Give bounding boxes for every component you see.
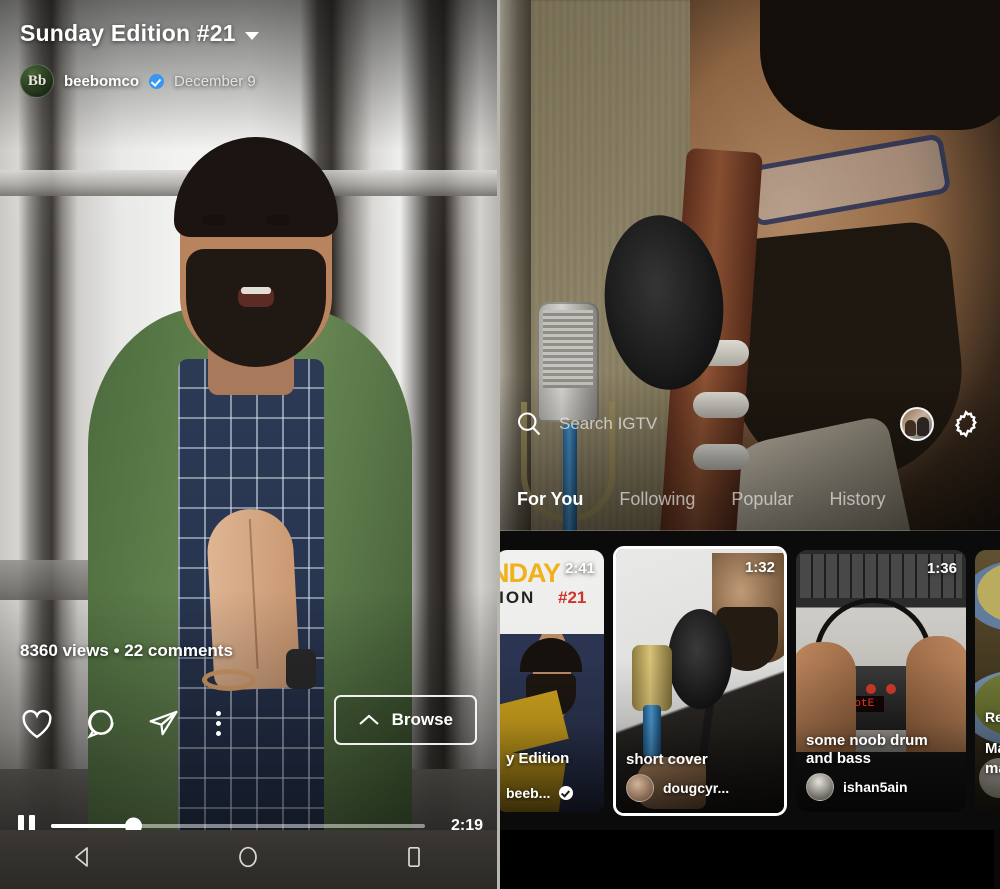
progress-fill bbox=[51, 824, 134, 828]
card-title: y Edition bbox=[506, 749, 570, 767]
card-title: short cover bbox=[626, 750, 708, 768]
action-bar bbox=[20, 707, 227, 739]
search-field[interactable]: Search IGTV bbox=[515, 410, 884, 438]
card-username[interactable]: dougcyr... bbox=[663, 780, 729, 796]
android-navbar-left bbox=[0, 830, 497, 889]
back-triangle-icon[interactable] bbox=[71, 845, 95, 874]
chevron-down-icon[interactable] bbox=[244, 31, 259, 40]
card-scrim bbox=[497, 549, 604, 812]
browse-button[interactable]: Browse bbox=[333, 695, 477, 745]
card-title-line2: Ma bbox=[985, 739, 1000, 757]
gear-icon[interactable] bbox=[950, 408, 982, 440]
card-title-line3: ma bbox=[985, 759, 1000, 777]
video-card[interactable]: NDAY ITION #21 2:41 y Edition beeb... bbox=[497, 549, 604, 812]
search-icon[interactable] bbox=[515, 410, 543, 438]
search-input[interactable]: Search IGTV bbox=[559, 414, 657, 434]
more-options-icon[interactable] bbox=[210, 710, 227, 736]
recents-square-icon[interactable] bbox=[402, 845, 426, 874]
search-bar[interactable]: Search IGTV bbox=[497, 400, 1000, 448]
profile-avatar-icon[interactable] bbox=[900, 407, 934, 441]
card-footer[interactable]: dougcyr... bbox=[626, 773, 776, 802]
card-duration: 1:32 bbox=[744, 558, 775, 576]
video-scrim bbox=[497, 0, 1000, 532]
card-duration: 1:36 bbox=[926, 559, 957, 577]
video-card[interactable]: notE 1:36 some noob drum and bass ishan5… bbox=[796, 549, 966, 812]
author-username[interactable]: beebomco bbox=[64, 73, 139, 90]
card-footer[interactable]: beeb... bbox=[506, 785, 596, 801]
heart-icon[interactable] bbox=[20, 708, 54, 739]
mouth bbox=[238, 287, 274, 307]
igtv-player-panel: Sunday Edition #21 Bb beebomco December … bbox=[0, 0, 497, 889]
chevron-up-icon bbox=[358, 714, 379, 725]
video-author-row[interactable]: Bb beebomco December 9 bbox=[20, 64, 256, 98]
android-navbar-right bbox=[994, 830, 1000, 889]
paper-plane-icon[interactable] bbox=[147, 708, 180, 739]
post-date: December 9 bbox=[174, 72, 256, 90]
progress-scrubber[interactable] bbox=[51, 817, 425, 835]
card-avatar[interactable] bbox=[806, 772, 834, 801]
card-avatar[interactable] bbox=[626, 773, 654, 802]
video-carousel[interactable]: NDAY ITION #21 2:41 y Edition beeb... bbox=[497, 531, 1000, 830]
eyebrow-left bbox=[196, 201, 230, 209]
card-footer[interactable]: ishan5ain bbox=[806, 772, 958, 801]
tab-popular[interactable]: Popular bbox=[731, 489, 793, 510]
view-count-label: 8360 views • 22 comments bbox=[20, 641, 233, 660]
video-title-row[interactable]: Sunday Edition #21 bbox=[20, 20, 259, 47]
verified-badge-icon bbox=[149, 73, 165, 89]
hair bbox=[174, 137, 338, 237]
browse-button-label: Browse bbox=[391, 710, 453, 729]
eyebrow-right bbox=[260, 201, 294, 209]
video-card[interactable]: Re Ma ma bbox=[975, 549, 1000, 812]
tab-for-you[interactable]: For You bbox=[517, 489, 583, 510]
video-card-active[interactable]: 1:32 short cover dougcyr... bbox=[613, 545, 787, 816]
eye-right bbox=[266, 215, 290, 225]
card-title: some noob drum and bass bbox=[806, 732, 928, 767]
card-username[interactable]: ishan5ain bbox=[843, 779, 908, 795]
card-title-line1: Re bbox=[985, 708, 1000, 725]
home-circle-icon[interactable] bbox=[236, 845, 260, 874]
comment-bubble-icon[interactable] bbox=[84, 707, 117, 739]
tab-history[interactable]: History bbox=[829, 489, 885, 510]
tab-following[interactable]: Following bbox=[619, 489, 695, 510]
featured-video-frame[interactable] bbox=[497, 0, 1000, 532]
eye-left bbox=[202, 215, 226, 225]
dual-phone-screenshot: Sunday Edition #21 Bb beebomco December … bbox=[0, 0, 1000, 889]
card-username[interactable]: beeb... bbox=[506, 785, 550, 801]
verified-badge-icon bbox=[559, 785, 574, 800]
card-duration: 2:41 bbox=[564, 559, 595, 577]
panel-seam bbox=[497, 0, 500, 889]
igtv-browse-panel: Search IGTV For You Following Popular Hi… bbox=[497, 0, 1000, 889]
page-title: Sunday Edition #21 bbox=[20, 20, 236, 46]
avatar[interactable]: Bb bbox=[20, 64, 54, 98]
browse-tabs: For You Following Popular History bbox=[497, 478, 1000, 520]
